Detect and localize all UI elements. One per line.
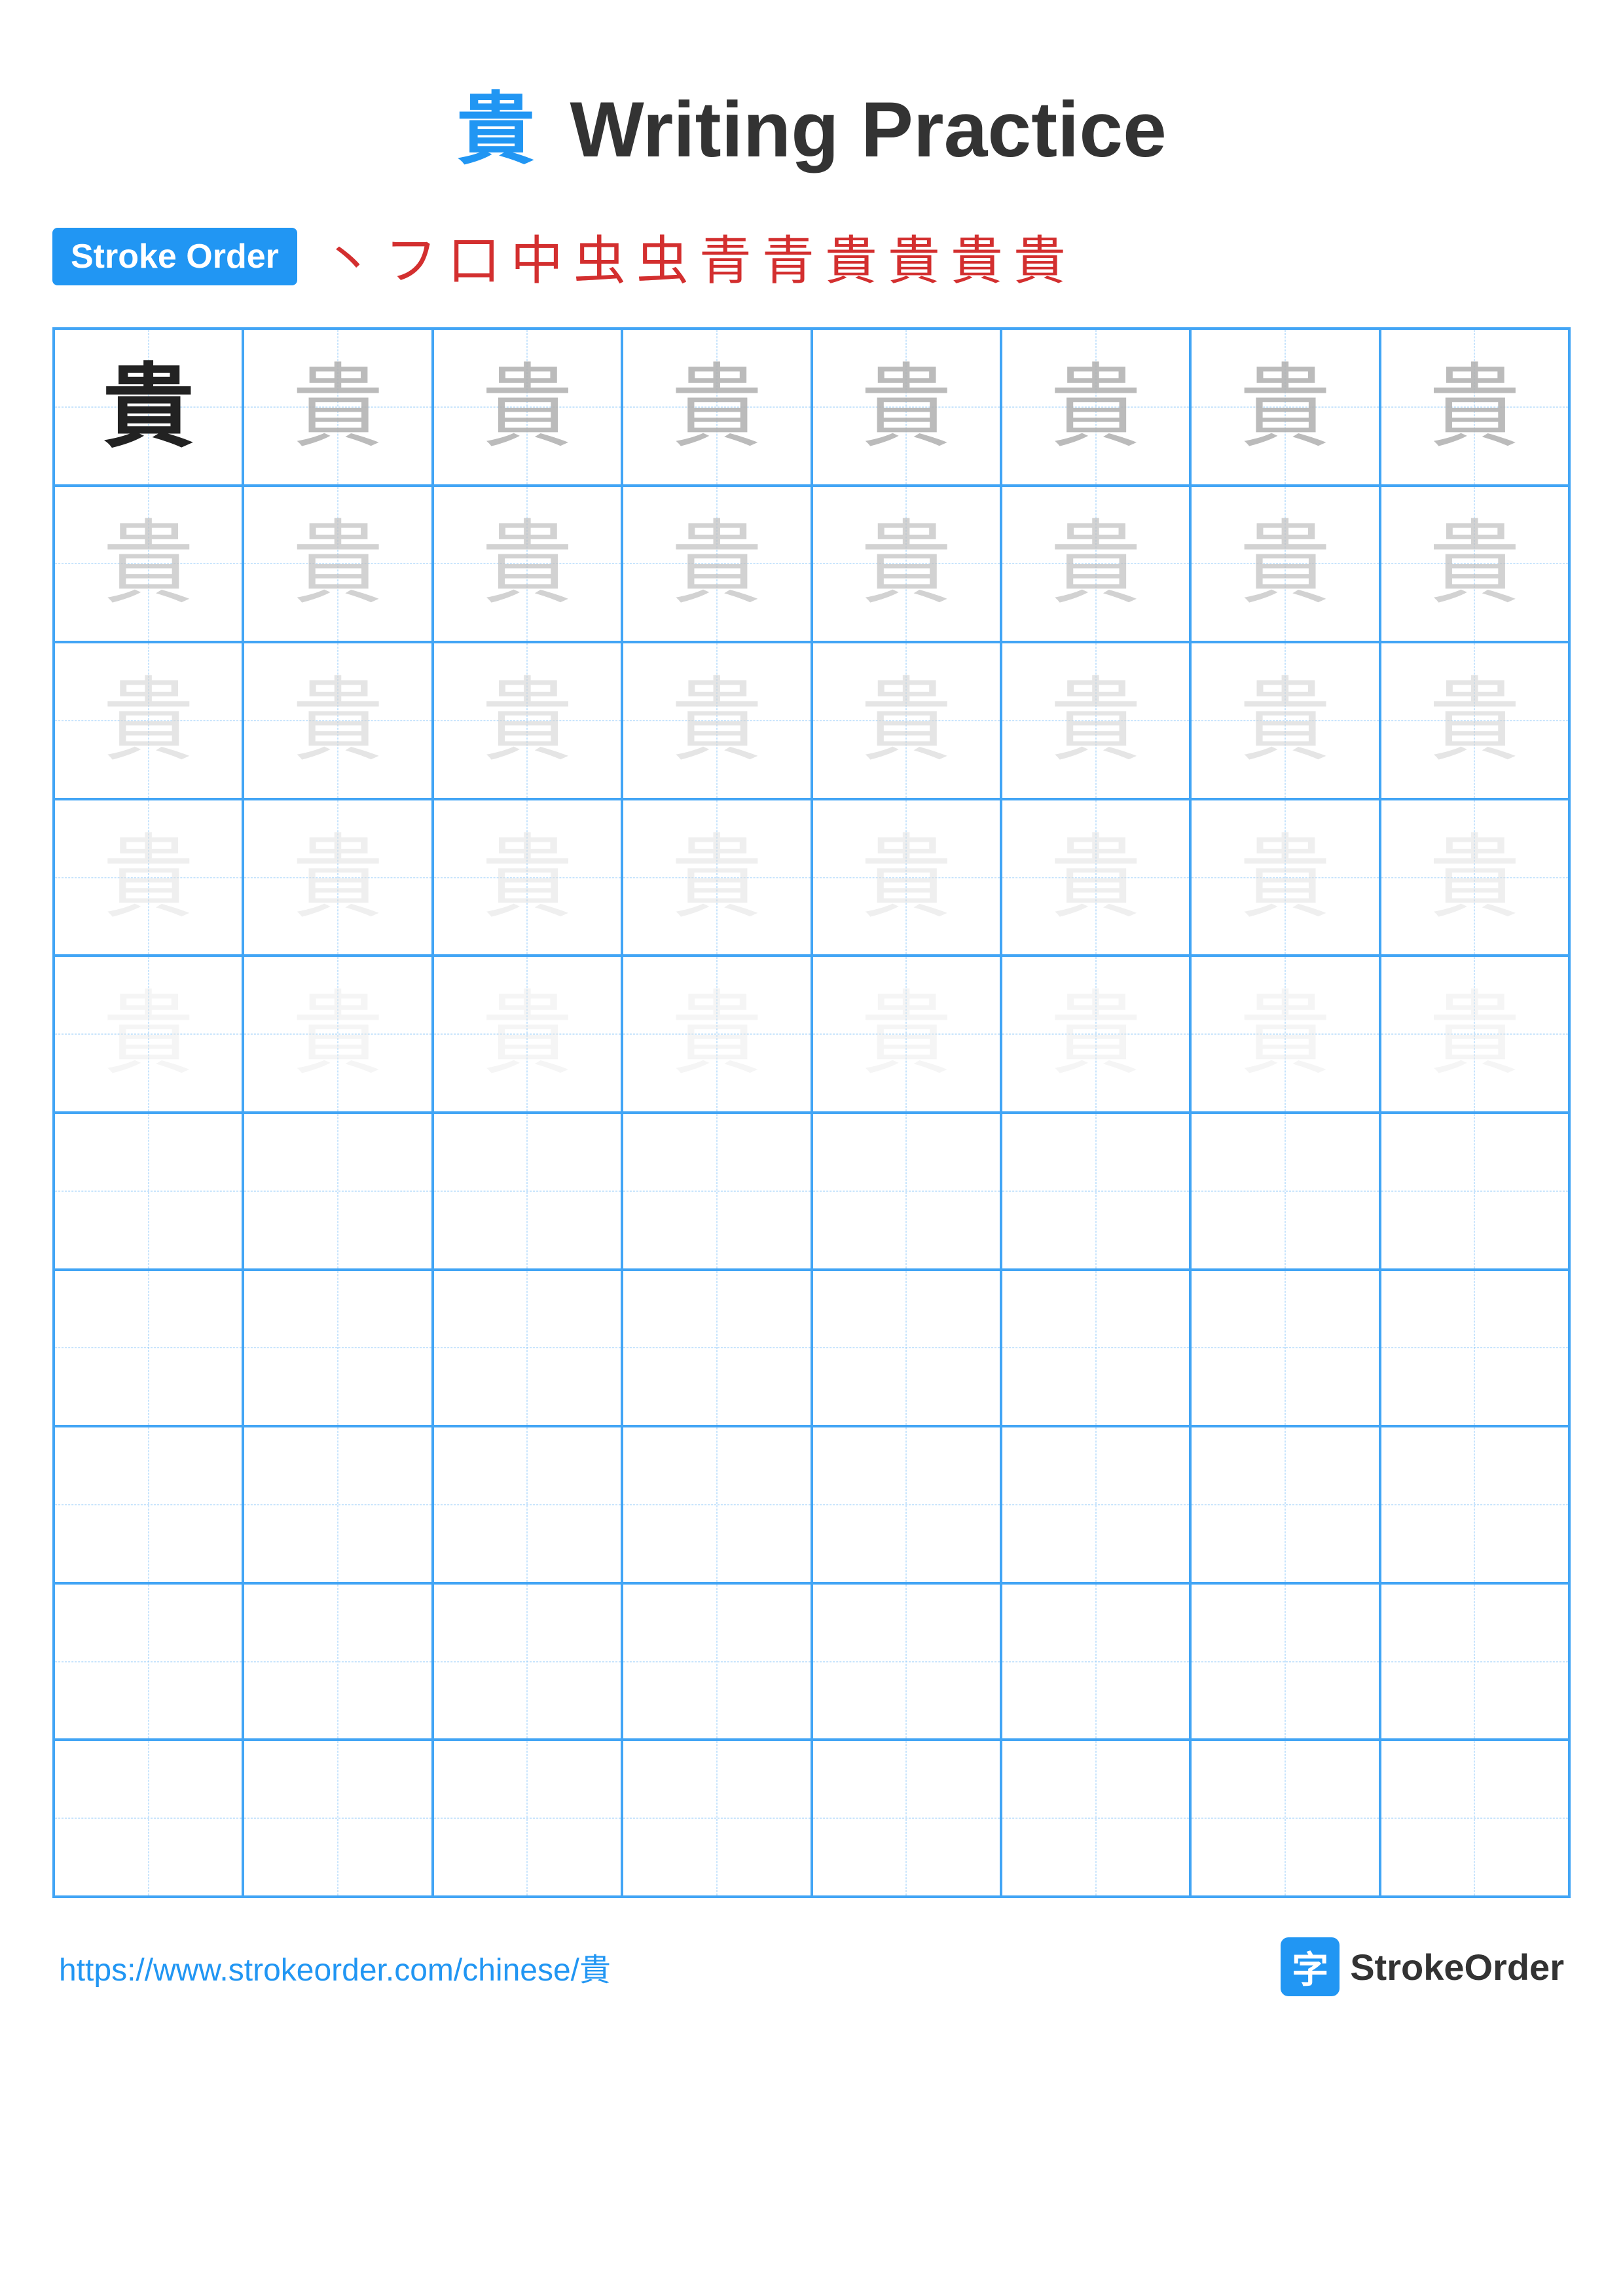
footer-brand: 字 StrokeOrder	[1281, 1937, 1564, 1996]
grid-cell[interactable]: 貴	[622, 329, 811, 486]
grid-cell[interactable]: 貴	[622, 956, 811, 1113]
grid-cell-empty[interactable]	[243, 1583, 432, 1740]
footer: https://www.strokeorder.com/chinese/貴 字 …	[52, 1937, 1571, 1996]
grid-cell[interactable]: 貴	[1001, 642, 1190, 799]
grid-cell[interactable]: 貴	[243, 486, 432, 643]
grid-cell-empty[interactable]	[622, 1270, 811, 1427]
grid-cell[interactable]: 貴	[1001, 956, 1190, 1113]
brand-icon: 字	[1281, 1937, 1340, 1996]
grid-cell[interactable]: 貴	[1190, 486, 1379, 643]
grid-cell-empty[interactable]	[1190, 1583, 1379, 1740]
grid-cell-empty[interactable]	[1190, 1740, 1379, 1897]
grid-cell[interactable]: 貴	[1380, 486, 1569, 643]
grid-cell[interactable]: 貴	[1190, 956, 1379, 1113]
grid-cell[interactable]: 貴	[243, 329, 432, 486]
grid-cell-empty[interactable]	[243, 1270, 432, 1427]
grid-cell-empty[interactable]	[243, 1740, 432, 1897]
grid-cell-empty[interactable]	[54, 1583, 243, 1740]
grid-cell[interactable]: 貴	[433, 329, 622, 486]
grid-cell-empty[interactable]	[812, 1583, 1001, 1740]
grid-cell[interactable]: 貴	[54, 329, 243, 486]
grid-cell-empty[interactable]	[622, 1426, 811, 1583]
grid-cell-empty[interactable]	[243, 1113, 432, 1270]
grid-cell-empty[interactable]	[1001, 1426, 1190, 1583]
grid-cell[interactable]: 貴	[433, 642, 622, 799]
grid-cell[interactable]: 貴	[54, 799, 243, 956]
grid-cell-empty[interactable]	[243, 1426, 432, 1583]
grid-cell[interactable]: 貴	[1001, 486, 1190, 643]
title-char: 貴	[456, 86, 535, 173]
grid-cell[interactable]: 貴	[433, 486, 622, 643]
grid-cell[interactable]: 貴	[54, 956, 243, 1113]
grid-cell-empty[interactable]	[1001, 1583, 1190, 1740]
grid-cell-empty[interactable]	[1001, 1270, 1190, 1427]
grid-cell[interactable]: 貴	[622, 642, 811, 799]
grid-cell[interactable]: 貴	[1380, 799, 1569, 956]
grid-cell[interactable]: 貴	[622, 799, 811, 956]
grid-cell[interactable]: 貴	[433, 799, 622, 956]
grid-cell-empty[interactable]	[1190, 1426, 1379, 1583]
grid-cell-empty[interactable]	[433, 1426, 622, 1583]
grid-cell-empty[interactable]	[1001, 1113, 1190, 1270]
grid-cell[interactable]: 貴	[1190, 642, 1379, 799]
grid-cell[interactable]: 貴	[243, 642, 432, 799]
grid-cell-empty[interactable]	[622, 1583, 811, 1740]
grid-cell-empty[interactable]	[433, 1740, 622, 1897]
grid-cell-empty[interactable]	[1190, 1270, 1379, 1427]
grid-cell[interactable]: 貴	[54, 486, 243, 643]
grid-cell[interactable]: 貴	[812, 642, 1001, 799]
grid-cell[interactable]: 貴	[1380, 329, 1569, 486]
title-text: Writing Practice	[570, 86, 1166, 173]
grid-cell-empty[interactable]	[1380, 1426, 1569, 1583]
grid-cell[interactable]: 貴	[1380, 642, 1569, 799]
stroke-sequence: 丶 フ 口 中 虫 虫 青 青 貴 貴 貴 貴	[317, 219, 1071, 295]
grid-cell-empty[interactable]	[433, 1583, 622, 1740]
grid-cell[interactable]: 貴	[622, 486, 811, 643]
grid-cell-empty[interactable]	[812, 1740, 1001, 1897]
grid-cell[interactable]: 貴	[1001, 329, 1190, 486]
stroke-order-badge: Stroke Order	[52, 228, 297, 285]
grid-cell-empty[interactable]	[812, 1426, 1001, 1583]
grid-cell[interactable]: 貴	[812, 956, 1001, 1113]
grid-cell[interactable]: 貴	[812, 486, 1001, 643]
grid-cell[interactable]: 貴	[243, 956, 432, 1113]
brand-char: 字	[1292, 1941, 1328, 1994]
page-title: 貴 Writing Practice	[52, 65, 1571, 179]
grid-cell-empty[interactable]	[1001, 1740, 1190, 1897]
stroke-order-row: Stroke Order 丶 フ 口 中 虫 虫 青 青 貴 貴 貴 貴	[52, 219, 1571, 295]
grid-cell-empty[interactable]	[622, 1740, 811, 1897]
footer-url[interactable]: https://www.strokeorder.com/chinese/貴	[59, 1944, 611, 1990]
grid-cell[interactable]: 貴	[1380, 956, 1569, 1113]
grid-cell[interactable]: 貴	[54, 642, 243, 799]
grid-cell-empty[interactable]	[1380, 1113, 1569, 1270]
grid-cell[interactable]: 貴	[1001, 799, 1190, 956]
grid-cell-empty[interactable]	[1380, 1740, 1569, 1897]
grid-cell[interactable]: 貴	[812, 329, 1001, 486]
grid-cell-empty[interactable]	[433, 1270, 622, 1427]
grid-cell-empty[interactable]	[54, 1426, 243, 1583]
practice-grid: 貴 貴 貴 貴 貴 貴 貴 貴 貴 貴 貴 貴 貴 貴 貴 貴 貴 貴 貴 貴 …	[52, 327, 1571, 1898]
grid-cell[interactable]: 貴	[243, 799, 432, 956]
grid-cell-empty[interactable]	[812, 1270, 1001, 1427]
grid-cell-empty[interactable]	[54, 1270, 243, 1427]
grid-cell[interactable]: 貴	[1190, 329, 1379, 486]
grid-cell-empty[interactable]	[54, 1740, 243, 1897]
grid-cell-empty[interactable]	[1380, 1270, 1569, 1427]
grid-cell[interactable]: 貴	[433, 956, 622, 1113]
grid-cell-empty[interactable]	[1380, 1583, 1569, 1740]
grid-cell-empty[interactable]	[433, 1113, 622, 1270]
grid-cell[interactable]: 貴	[812, 799, 1001, 956]
grid-cell-empty[interactable]	[1190, 1113, 1379, 1270]
brand-name: StrokeOrder	[1350, 1946, 1564, 1988]
grid-cell-empty[interactable]	[622, 1113, 811, 1270]
grid-cell-empty[interactable]	[54, 1113, 243, 1270]
grid-cell-empty[interactable]	[812, 1113, 1001, 1270]
grid-cell[interactable]: 貴	[1190, 799, 1379, 956]
